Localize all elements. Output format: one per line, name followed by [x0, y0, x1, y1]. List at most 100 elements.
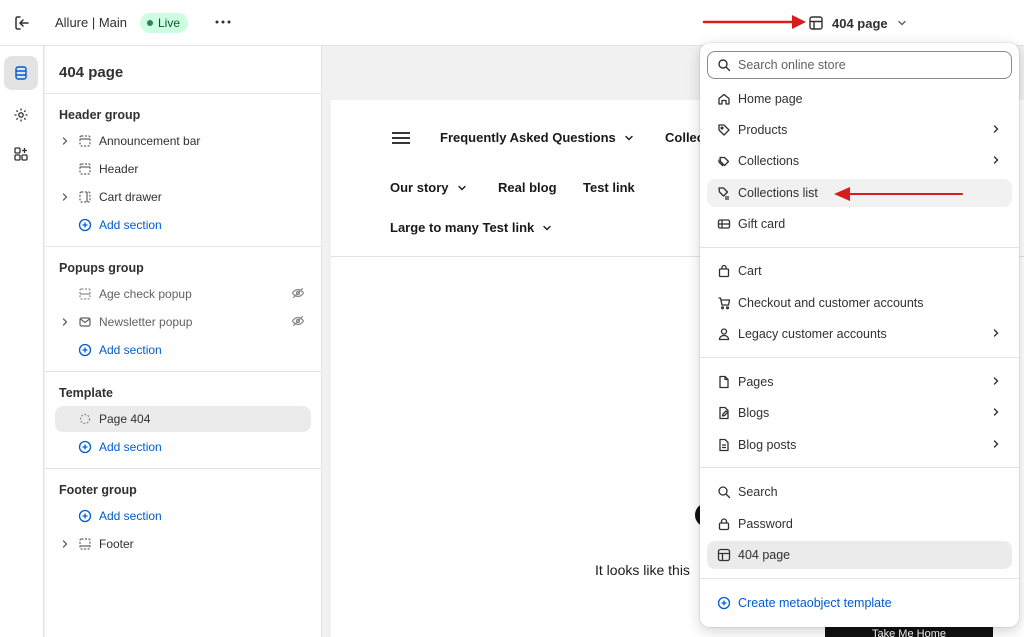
- sections-sidebar: 404 page Header group Announcement bar H…: [45, 46, 322, 637]
- hamburger-menu-icon[interactable]: [391, 131, 411, 145]
- preview-nav-our-story[interactable]: Our story: [390, 180, 467, 195]
- section-item-newsletter-popup[interactable]: Newsletter popup: [55, 309, 311, 335]
- section-item-age-check-popup[interactable]: Age check popup: [55, 281, 311, 307]
- create-metaobject-template-button[interactable]: Create metaobject template: [707, 589, 1012, 617]
- menu-item-password[interactable]: Password: [707, 510, 1012, 538]
- preview-nav-large-test-link[interactable]: Large to many Test link: [390, 220, 552, 235]
- layout-icon: [716, 547, 732, 563]
- menu-item-label: Checkout and customer accounts: [738, 296, 924, 310]
- menu-item-legacy-accounts[interactable]: Legacy customer accounts: [707, 320, 1012, 348]
- section-item-header[interactable]: Header: [55, 156, 311, 182]
- eye-hidden-icon[interactable]: [291, 286, 305, 300]
- exit-icon[interactable]: [12, 13, 32, 33]
- app-rail: [0, 46, 44, 637]
- add-section-button[interactable]: Add section: [55, 337, 311, 363]
- preview-nav-faq[interactable]: Frequently Asked Questions: [440, 130, 634, 145]
- gift-card-icon: [716, 216, 732, 232]
- page-selector[interactable]: 404 page: [808, 12, 908, 34]
- chevron-right-icon: [990, 154, 1002, 166]
- preview-nav-collections[interactable]: Collec: [665, 130, 704, 145]
- menu-item-label: Blogs: [738, 406, 770, 420]
- menu-item-label: Collections: [738, 154, 800, 168]
- person-icon: [716, 326, 732, 342]
- store-name: Allure | Main: [55, 15, 128, 30]
- section-item-footer[interactable]: Footer: [55, 531, 311, 557]
- group-title-header: Header group: [59, 108, 141, 122]
- add-section-button[interactable]: Add section: [55, 434, 311, 460]
- sections-rail-button[interactable]: [4, 56, 38, 90]
- home-icon: [716, 91, 732, 107]
- section-item-page-404[interactable]: Page 404: [55, 406, 311, 432]
- divider: [700, 357, 1019, 358]
- preview-nav-label: Large to many Test link: [390, 220, 535, 235]
- header-section-icon: [77, 161, 93, 177]
- divider: [700, 247, 1019, 248]
- preview-nav-label: Test link: [583, 180, 635, 195]
- settings-rail-button[interactable]: [4, 98, 38, 132]
- plus-circle-icon: [716, 595, 732, 611]
- section-item-label: Page 404: [99, 412, 151, 426]
- preview-nav-real-blog[interactable]: Real blog: [498, 180, 557, 195]
- menu-item-label: 404 page: [738, 548, 791, 562]
- divider: [700, 578, 1019, 579]
- chevron-right-icon[interactable]: [57, 536, 73, 552]
- preview-nav-label: Real blog: [498, 180, 557, 195]
- menu-item-label: Collections list: [738, 186, 818, 200]
- menu-item-blog-posts[interactable]: Blog posts: [707, 431, 1012, 459]
- menu-item-cart[interactable]: Cart: [707, 257, 1012, 285]
- section-icon: [77, 133, 93, 149]
- chevron-right-icon: [990, 375, 1002, 387]
- preview-nav-label: Our story: [390, 180, 449, 195]
- status-badge-label: Live: [158, 16, 181, 30]
- plus-circle-icon: [77, 217, 93, 233]
- chevron-down-icon: [624, 133, 634, 143]
- plus-circle-icon: [77, 439, 93, 455]
- menu-item-label: Cart: [738, 264, 762, 278]
- preview-nav-test-link[interactable]: Test link: [583, 180, 635, 195]
- section-item-announcement-bar[interactable]: Announcement bar: [55, 128, 311, 154]
- menu-item-label: Search: [738, 485, 778, 499]
- menu-item-pages[interactable]: Pages: [707, 368, 1012, 396]
- section-item-label: Age check popup: [99, 287, 192, 301]
- menu-item-search[interactable]: Search: [707, 478, 1012, 506]
- menu-item-label: Create metaobject template: [738, 596, 892, 610]
- bag-icon: [716, 263, 732, 279]
- chevron-right-icon[interactable]: [57, 189, 73, 205]
- placeholder-icon: [77, 411, 93, 427]
- divider: [700, 467, 1019, 468]
- section-item-label: Announcement bar: [99, 134, 201, 148]
- section-item-cart-drawer[interactable]: Cart drawer: [55, 184, 311, 210]
- eye-hidden-icon[interactable]: [291, 314, 305, 328]
- menu-item-products[interactable]: Products: [707, 116, 1012, 144]
- divider: [45, 246, 322, 247]
- menu-item-collections[interactable]: Collections: [707, 147, 1012, 175]
- search-field[interactable]: [707, 51, 1012, 79]
- add-section-button[interactable]: Add section: [55, 503, 311, 529]
- chevron-right-icon: [990, 327, 1002, 339]
- preview-nav-label: Collec: [665, 130, 705, 145]
- more-actions-icon[interactable]: [213, 12, 233, 32]
- add-section-button[interactable]: Add section: [55, 212, 311, 238]
- chevron-right-icon[interactable]: [57, 133, 73, 149]
- chevron-right-icon[interactable]: [57, 314, 73, 330]
- plus-circle-icon: [77, 508, 93, 524]
- add-section-label: Add section: [99, 218, 162, 232]
- footer-icon: [77, 536, 93, 552]
- menu-item-blogs[interactable]: Blogs: [707, 399, 1012, 427]
- search-input[interactable]: [738, 58, 998, 72]
- menu-item-home-page[interactable]: Home page: [707, 85, 1012, 113]
- section-item-label: Header: [99, 162, 139, 176]
- chevron-right-icon: [990, 123, 1002, 135]
- page-icon: [716, 374, 732, 390]
- menu-item-404-page[interactable]: 404 page: [707, 541, 1012, 569]
- gear-icon: [13, 107, 29, 123]
- chevron-right-icon: [990, 406, 1002, 418]
- menu-item-gift-card[interactable]: Gift card: [707, 210, 1012, 238]
- menu-item-checkout[interactable]: Checkout and customer accounts: [707, 289, 1012, 317]
- apps-rail-button[interactable]: [4, 137, 38, 171]
- drawer-icon: [77, 189, 93, 205]
- not-found-message: It looks like this: [595, 562, 690, 578]
